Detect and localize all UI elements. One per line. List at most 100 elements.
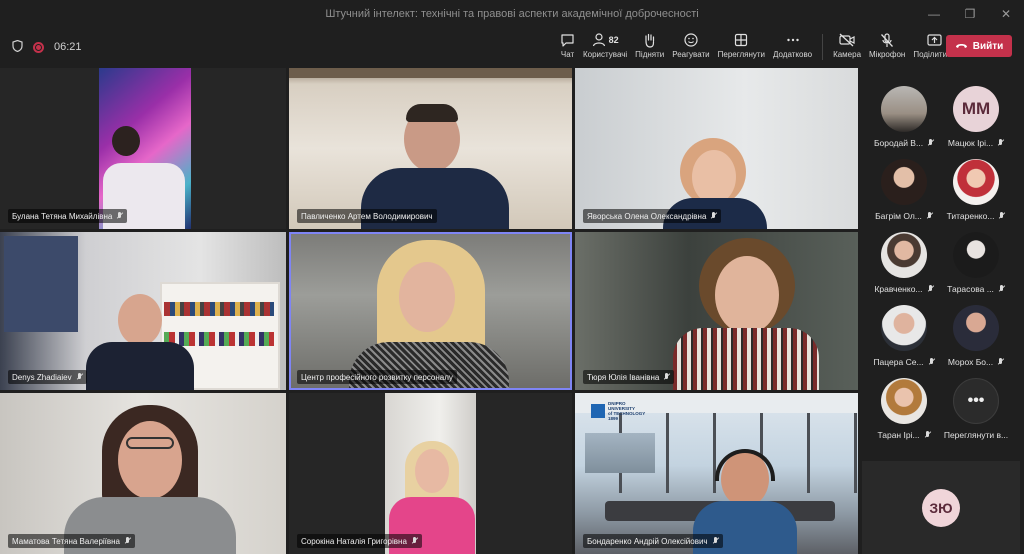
participant-name: Пацера Се...: [873, 357, 924, 367]
city-skyline: [585, 433, 655, 473]
participant-item[interactable]: Кравченко...: [868, 232, 940, 294]
wall-poster: [4, 236, 78, 332]
mic-muted-icon: [663, 373, 670, 381]
ceiling-beam: [289, 68, 572, 78]
hand-icon: [643, 32, 656, 48]
close-icon[interactable]: ✕: [988, 0, 1024, 28]
video-tile-active-speaker[interactable]: Центр професійного розвитку персоналу: [289, 232, 572, 390]
avatar: [953, 305, 999, 351]
participant-name: Таран Ірі...: [877, 430, 920, 440]
share-icon: [927, 32, 942, 48]
meeting-title: Штучний інтелект: технічні та правові ас…: [325, 8, 699, 20]
video-tile[interactable]: Denys Zhadiaiev: [0, 232, 286, 390]
maximize-icon[interactable]: ❐: [952, 0, 988, 28]
books: [164, 302, 274, 316]
participant-name-tag: Яворська Олена Олександрівна: [583, 209, 722, 223]
people-icon: 82: [592, 32, 619, 48]
mic-muted-icon: [997, 358, 1004, 366]
mic-muted-icon: [928, 358, 935, 366]
camera-off-icon: [839, 32, 855, 48]
person-head: [399, 262, 455, 332]
chat-label: Чат: [560, 50, 575, 59]
participant-item[interactable]: Титаренко...: [940, 159, 1012, 221]
participant-item[interactable]: Морох Бо...: [940, 305, 1012, 367]
video-tile[interactable]: DNIPRO UNIVERSITY of TECHNOLOGY 1899 Бон…: [575, 393, 858, 554]
video-tile[interactable]: Яворська Олена Олександрівна: [575, 68, 858, 229]
participant-item[interactable]: MM Мацюк Ірі...: [940, 86, 1012, 148]
mic-off-icon: [880, 32, 894, 48]
avatar: [881, 232, 927, 278]
more-icon: •••: [953, 378, 999, 424]
chat-icon: [560, 32, 575, 48]
react-button[interactable]: Реагувати: [672, 28, 710, 59]
person-head: [415, 449, 449, 493]
smile-icon: [684, 32, 698, 48]
participant-name: Центр професійного розвитку персоналу: [301, 372, 453, 382]
mic-label: Мікрофон: [869, 50, 906, 59]
participant-item[interactable]: Бородай В...: [868, 86, 940, 148]
mic-button[interactable]: Мікрофон: [869, 28, 905, 59]
recording-icon: [33, 41, 44, 53]
person-body: [86, 342, 194, 390]
participant-name: Булана Тетяна Михайлівна: [12, 211, 113, 221]
video-tile[interactable]: Сорокіна Наталія Григорівна: [289, 393, 572, 554]
minimize-icon[interactable]: —: [916, 0, 952, 28]
mic-muted-icon: [924, 431, 931, 439]
raise-hand-button[interactable]: Підняти: [635, 28, 664, 59]
books: [164, 332, 274, 346]
avatar: [881, 305, 927, 351]
react-label: Реагувати: [672, 50, 710, 59]
participant-item[interactable]: Пацера Се...: [868, 305, 940, 367]
participant-name: Мацюк Ірі...: [947, 138, 994, 148]
logo-line: 1899: [608, 416, 619, 421]
camera-button[interactable]: Камера: [833, 28, 861, 59]
leave-button[interactable]: Вийти: [946, 35, 1012, 57]
camera-label: Камера: [833, 50, 862, 59]
people-button[interactable]: 82 Користувачі: [583, 28, 627, 59]
more-icon: [786, 32, 800, 48]
glasses: [126, 437, 174, 449]
participant-name: Титаренко...: [946, 211, 995, 221]
mic-muted-icon: [997, 139, 1004, 147]
person-body: [673, 328, 819, 390]
person-head: [118, 294, 162, 346]
participant-item[interactable]: Багрім Ол...: [868, 159, 940, 221]
self-avatar: ЗЮ: [922, 488, 960, 527]
avatar: MM: [953, 86, 999, 132]
meeting-status: 06:21: [12, 28, 82, 66]
mic-muted-icon: [76, 373, 83, 381]
person-head: [118, 421, 182, 499]
more-actions-button[interactable]: Додатково: [773, 28, 812, 59]
view-icon: [734, 32, 748, 48]
participant-item[interactable]: Тарасова ...: [940, 232, 1012, 294]
logo-mark: [591, 404, 605, 418]
window-controls: — ❐ ✕: [916, 0, 1024, 28]
mic-muted-icon: [927, 285, 934, 293]
participant-name: Маматова Тетяна Валеріївна: [12, 536, 121, 546]
video-tile[interactable]: Маматова Тетяна Валеріївна: [0, 393, 286, 554]
participant-name: Багрім Ол...: [875, 211, 922, 221]
raise-hand-label: Підняти: [635, 50, 665, 59]
people-label: Користувачі: [583, 50, 628, 59]
video-tile[interactable]: Павличенко Артем Володимирович: [289, 68, 572, 229]
view-all-participants[interactable]: ••• Переглянути в...: [940, 378, 1012, 440]
participant-name: Бородай В...: [873, 138, 924, 148]
view-button[interactable]: Переглянути: [718, 28, 765, 59]
toolbar-buttons: Чат 82 Користувачі Підняти Реагувати Пер…: [556, 28, 959, 66]
phone-hangup-icon: [955, 41, 968, 52]
participants-count: 82: [608, 35, 619, 45]
participant-name-tag: Сорокіна Наталія Григорівна: [297, 534, 422, 548]
video-tile[interactable]: Тюря Юлія Іванівна: [575, 232, 858, 390]
participant-name-tag: Бондаренко Андрій Олексійович: [583, 534, 723, 548]
mic-muted-icon: [116, 212, 123, 220]
mic-muted-icon: [124, 537, 131, 545]
participant-name: Denys Zhadiaiev: [12, 372, 72, 382]
leave-label: Вийти: [972, 40, 1004, 52]
participant-item[interactable]: Таран Ірі...: [868, 378, 940, 440]
participant-name: Павличенко Артем Володимирович: [301, 211, 433, 221]
avatar: [881, 378, 927, 424]
chat-button[interactable]: Чат: [560, 28, 575, 59]
video-tile[interactable]: Булана Тетяна Михайлівна: [0, 68, 286, 229]
avatar: [881, 159, 927, 205]
self-view[interactable]: ЗЮ: [862, 461, 1020, 554]
